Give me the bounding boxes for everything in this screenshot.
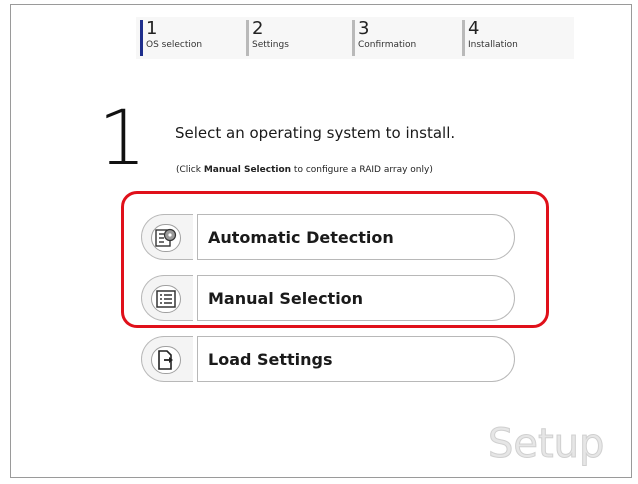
load-settings-button[interactable]: Load Settings — [141, 336, 515, 382]
step-label: Settings — [252, 40, 289, 50]
current-step-number: 1 — [98, 93, 147, 182]
step-marker — [140, 20, 143, 56]
step-marker — [352, 20, 355, 56]
setup-watermark: Setup — [487, 421, 605, 468]
page-title: Select an operating system to install. — [175, 124, 456, 142]
hint-suffix: to configure a RAID array only) — [291, 165, 433, 175]
hint-prefix: (Click — [176, 165, 204, 175]
step-label: Installation — [468, 40, 518, 50]
step-number: 3 — [358, 18, 370, 39]
step-number: 2 — [252, 18, 264, 39]
step-marker — [246, 20, 249, 56]
step-label: Confirmation — [358, 40, 417, 50]
load-settings-label[interactable]: Load Settings — [197, 336, 515, 382]
step-os-selection: 1 OS selection — [140, 20, 202, 56]
instruction-hint: (Click Manual Selection to configure a R… — [176, 165, 433, 175]
step-number: 1 — [146, 18, 158, 39]
hint-emphasis: Manual Selection — [203, 165, 292, 175]
step-settings: 2 Settings — [246, 20, 289, 56]
highlight-annotation — [121, 191, 549, 328]
step-confirmation: 3 Confirmation — [352, 20, 416, 56]
load-file-icon — [151, 346, 181, 374]
step-indicator: 1 OS selection 2 Settings 3 Confirmation… — [136, 17, 574, 59]
option-icon-area[interactable] — [141, 336, 193, 382]
step-marker — [462, 20, 465, 56]
step-installation: 4 Installation — [462, 20, 518, 56]
step-label: OS selection — [146, 40, 203, 50]
step-number: 4 — [468, 18, 480, 39]
